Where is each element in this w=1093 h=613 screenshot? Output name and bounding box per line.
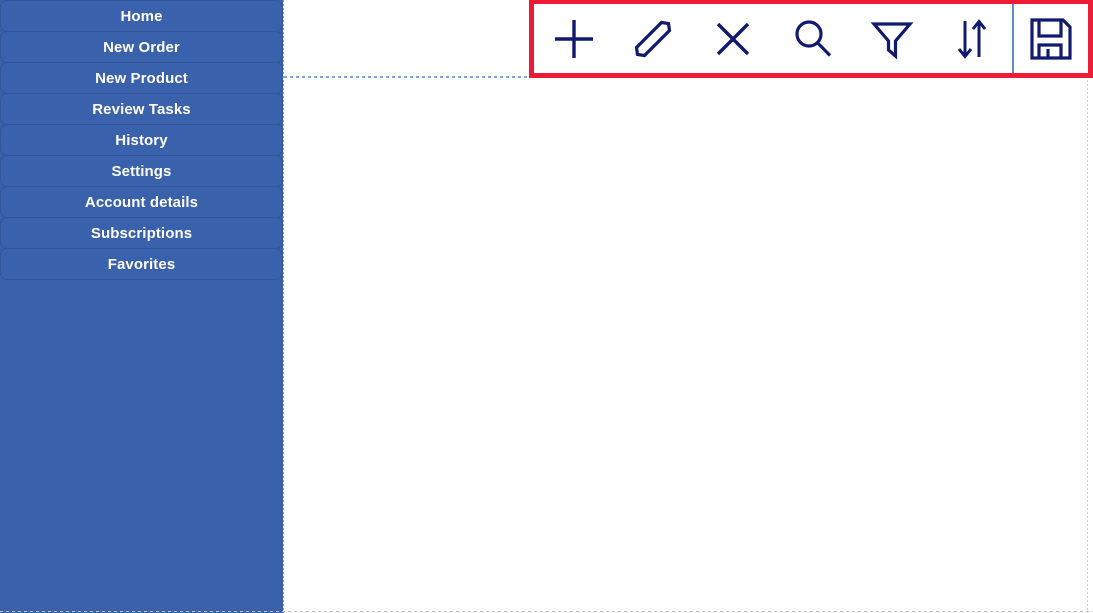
sidebar-content-divider <box>283 0 284 613</box>
sidebar-item-label: Home <box>120 8 163 25</box>
content-area <box>284 78 1087 611</box>
sidebar-item-label: Subscriptions <box>90 225 193 242</box>
bottom-edge-guide <box>0 611 1093 612</box>
sidebar-item-settings[interactable]: Settings <box>0 155 283 187</box>
sidebar-item-label: Favorites <box>107 256 176 273</box>
delete-button[interactable] <box>700 4 766 73</box>
plus-icon <box>551 16 597 62</box>
save-icon <box>1027 15 1075 63</box>
sidebar-item-label: Account details <box>84 194 199 211</box>
sidebar: Home New Order New Product Review Tasks … <box>0 0 283 613</box>
sort-icon <box>949 16 995 62</box>
application-window: Home New Order New Product Review Tasks … <box>0 0 1093 613</box>
sidebar-item-label: Settings <box>111 163 172 180</box>
toolbar <box>529 0 1093 78</box>
toolbar-primary-group <box>534 4 1012 73</box>
save-button[interactable] <box>1018 4 1084 73</box>
toolbar-trailing-group <box>1012 4 1088 73</box>
sidebar-item-home[interactable]: Home <box>0 0 283 32</box>
filter-button[interactable] <box>859 4 925 73</box>
sidebar-item-history[interactable]: History <box>0 124 283 156</box>
sidebar-item-label: New Product <box>95 70 188 87</box>
pencil-icon <box>630 16 676 62</box>
edit-button[interactable] <box>620 4 686 73</box>
add-button[interactable] <box>541 4 607 73</box>
sidebar-item-review-tasks[interactable]: Review Tasks <box>0 93 283 125</box>
sidebar-item-new-product[interactable]: New Product <box>0 62 283 94</box>
close-icon <box>710 16 756 62</box>
sidebar-item-subscriptions[interactable]: Subscriptions <box>0 217 283 249</box>
search-button[interactable] <box>780 4 846 73</box>
right-edge-guide <box>1087 0 1088 613</box>
sidebar-item-label: New Order <box>103 39 180 56</box>
sidebar-item-label: Review Tasks <box>92 101 191 118</box>
sidebar-item-account-details[interactable]: Account details <box>0 186 283 218</box>
sidebar-item-label: History <box>115 132 168 149</box>
filter-icon <box>869 16 915 62</box>
sort-button[interactable] <box>939 4 1005 73</box>
search-icon <box>790 16 836 62</box>
sidebar-item-new-order[interactable]: New Order <box>0 31 283 63</box>
sidebar-item-favorites[interactable]: Favorites <box>0 248 283 280</box>
